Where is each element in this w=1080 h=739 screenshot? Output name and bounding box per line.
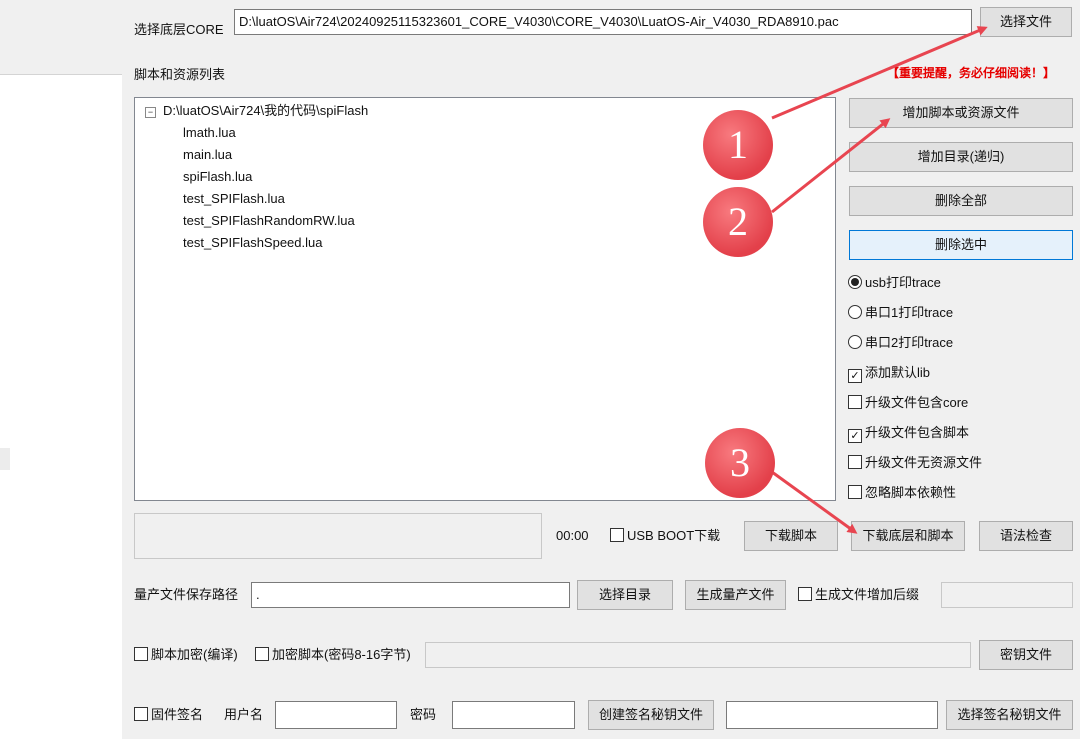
- radio-selected-icon: [848, 275, 862, 289]
- trace-option-label: usb打印trace: [865, 275, 941, 290]
- trace-usb-radio[interactable]: usb打印trace: [848, 274, 941, 292]
- checkbox-label: 添加默认lib: [865, 365, 931, 380]
- no-resource-checkbox[interactable]: 升级文件无资源文件: [848, 454, 982, 472]
- include-core-checkbox[interactable]: 升级文件包含core: [848, 394, 968, 412]
- sign-key-path-field[interactable]: [726, 701, 938, 729]
- add-script-button[interactable]: 增加脚本或资源文件: [849, 98, 1073, 128]
- checkbox-label: 升级文件包含core: [865, 395, 969, 410]
- collapse-icon[interactable]: −: [145, 107, 156, 118]
- checkbox-label: 加密脚本(密码8-16字节): [272, 647, 411, 662]
- username-field[interactable]: [275, 701, 397, 729]
- create-sign-key-button[interactable]: 创建签名秘钥文件: [588, 700, 714, 730]
- suffix-field[interactable]: [941, 582, 1073, 608]
- add-default-lib-checkbox[interactable]: ✓ 添加默认lib: [848, 364, 930, 383]
- include-script-checkbox[interactable]: ✓ 升级文件包含脚本: [848, 424, 969, 443]
- checkbox-label: 升级文件包含脚本: [865, 425, 970, 440]
- select-directory-button[interactable]: 选择目录: [577, 580, 673, 610]
- left-pane-scroll-mark: [0, 448, 10, 470]
- password-label: 密码: [410, 707, 437, 722]
- checkbox-label: 脚本加密(编译): [151, 647, 238, 662]
- add-directory-button[interactable]: 增加目录(递归): [849, 142, 1073, 172]
- scripts-label: 脚本和资源列表: [134, 67, 226, 82]
- trace-option-label: 串口1打印trace: [865, 305, 954, 320]
- ignore-dependency-checkbox[interactable]: 忽略脚本依赖性: [848, 484, 956, 502]
- add-suffix-checkbox[interactable]: 生成文件增加后缀: [798, 586, 919, 604]
- checkbox-empty-icon: [798, 587, 812, 601]
- delete-all-button[interactable]: 删除全部: [849, 186, 1073, 216]
- checkbox-empty-icon: [610, 528, 624, 542]
- firmware-sign-checkbox[interactable]: 固件签名: [134, 706, 203, 724]
- checkbox-empty-icon: [255, 647, 269, 661]
- checkbox-empty-icon: [134, 647, 148, 661]
- checkbox-empty-icon: [848, 455, 862, 469]
- checkbox-empty-icon: [848, 485, 862, 499]
- checkmark-icon: ✓: [848, 429, 862, 443]
- production-path-label: 量产文件保存路径: [134, 587, 239, 602]
- important-notice-link[interactable]: 【重要提醒，务必仔细阅读！】: [887, 64, 1055, 82]
- checkbox-label: 生成文件增加后缀: [815, 587, 920, 602]
- checkbox-empty-icon: [134, 707, 148, 721]
- select-sign-key-button[interactable]: 选择签名秘钥文件: [946, 700, 1073, 730]
- checkbox-label: 升级文件无资源文件: [865, 455, 983, 470]
- key-file-button[interactable]: 密钥文件: [979, 640, 1073, 670]
- encrypt-script-checkbox[interactable]: 加密脚本(密码8-16字节): [255, 646, 411, 664]
- checkmark-icon: ✓: [848, 369, 862, 383]
- checkbox-label: USB BOOT下载: [627, 528, 721, 543]
- select-file-button[interactable]: 选择文件: [980, 7, 1072, 37]
- generate-production-button[interactable]: 生成量产文件: [685, 580, 786, 610]
- radio-empty-icon: [848, 305, 862, 319]
- core-label: 选择底层CORE: [134, 22, 224, 37]
- checkbox-label: 固件签名: [151, 707, 204, 722]
- download-core-script-button[interactable]: 下载底层和脚本: [851, 521, 965, 551]
- tree-file-item[interactable]: lmath.lua: [183, 122, 236, 144]
- password-field[interactable]: [452, 701, 575, 729]
- syntax-check-button[interactable]: 语法检查: [979, 521, 1073, 551]
- left-pane: [0, 0, 122, 739]
- tree-file-item[interactable]: main.lua: [183, 144, 232, 166]
- tree-file-item[interactable]: test_SPIFlashRandomRW.lua: [183, 210, 355, 232]
- progress-status-box: [134, 513, 542, 559]
- trace-option-label: 串口2打印trace: [865, 335, 954, 350]
- production-path-field[interactable]: .: [251, 582, 570, 608]
- script-encrypt-checkbox[interactable]: 脚本加密(编译): [134, 646, 238, 664]
- annotation-marker: 1: [703, 110, 773, 180]
- encrypt-password-field[interactable]: [425, 642, 971, 668]
- usb-boot-checkbox[interactable]: USB BOOT下载: [610, 527, 720, 545]
- checkbox-empty-icon: [848, 395, 862, 409]
- trace-uart2-radio[interactable]: 串口2打印trace: [848, 334, 953, 352]
- tree-file-item[interactable]: test_SPIFlashSpeed.lua: [183, 232, 322, 254]
- left-pane-header: [0, 0, 122, 75]
- tree-file-item[interactable]: test_SPIFlash.lua: [183, 188, 285, 210]
- elapsed-time: 00:00: [556, 528, 589, 543]
- radio-empty-icon: [848, 335, 862, 349]
- download-script-button[interactable]: 下载脚本: [744, 521, 838, 551]
- core-path-field[interactable]: D:\luatOS\Air724\20240925115323601_CORE_…: [234, 9, 972, 35]
- checkbox-label: 忽略脚本依赖性: [865, 485, 957, 500]
- annotation-marker: 2: [703, 187, 773, 257]
- trace-uart1-radio[interactable]: 串口1打印trace: [848, 304, 953, 322]
- annotation-marker: 3: [705, 428, 775, 498]
- tree-root-label: D:\luatOS\Air724\我的代码\spiFlash: [163, 103, 369, 118]
- tree-file-item[interactable]: spiFlash.lua: [183, 166, 252, 188]
- delete-selected-button[interactable]: 删除选中: [849, 230, 1073, 260]
- username-label: 用户名: [224, 707, 264, 722]
